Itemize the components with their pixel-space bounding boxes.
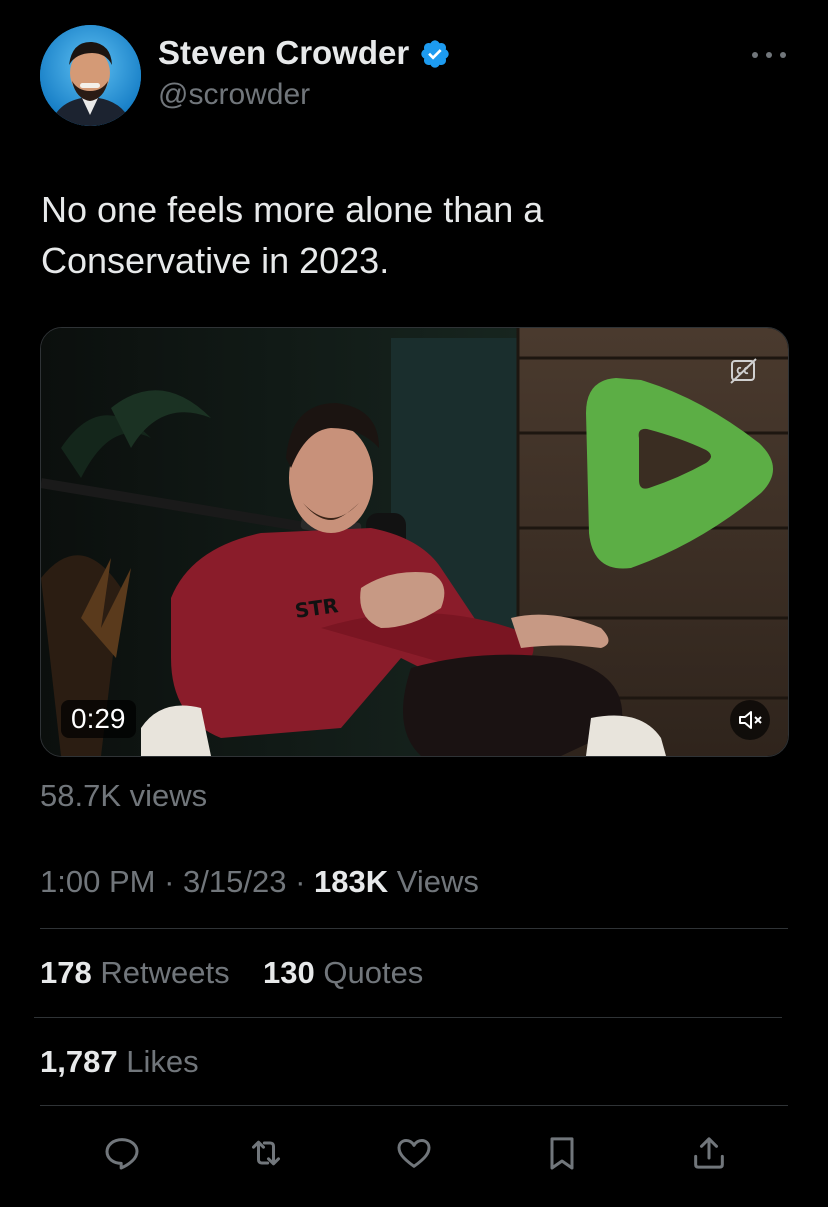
more-dot bbox=[780, 52, 786, 58]
video-frame: STR bbox=[41, 328, 788, 756]
closed-captions-icon[interactable] bbox=[730, 358, 758, 384]
retweet-button[interactable] bbox=[238, 1125, 294, 1181]
separator-dot: · bbox=[164, 864, 184, 899]
likes-stat[interactable]: 1,787 Likes bbox=[40, 1044, 199, 1080]
quotes-count: 130 bbox=[263, 955, 315, 990]
retweets-stat[interactable]: 178 Retweets bbox=[40, 955, 230, 991]
avatar-image bbox=[40, 25, 141, 126]
retweets-count: 178 bbox=[40, 955, 92, 990]
tweet-views-count: 183K bbox=[314, 864, 389, 899]
mute-button[interactable] bbox=[730, 700, 770, 740]
video-player[interactable]: STR 0:29 bbox=[40, 327, 789, 757]
author-name[interactable]: Steven Crowder bbox=[158, 34, 409, 72]
likes-count: 1,787 bbox=[40, 1044, 118, 1079]
tweet-date[interactable]: 3/15/23 bbox=[183, 864, 286, 899]
divider bbox=[40, 928, 788, 929]
share-button[interactable] bbox=[681, 1125, 737, 1181]
video-views-label: views bbox=[129, 778, 208, 813]
quotes-label: Quotes bbox=[323, 955, 424, 990]
like-icon bbox=[397, 1139, 431, 1168]
separator-dot: · bbox=[295, 864, 315, 899]
reply-icon bbox=[105, 1138, 139, 1170]
author-handle[interactable]: @scrowder bbox=[158, 78, 310, 112]
avatar[interactable] bbox=[40, 25, 141, 126]
tweet-meta: 1:00 PM · 3/15/23 · 183K Views bbox=[40, 864, 479, 900]
like-button[interactable] bbox=[386, 1125, 442, 1181]
retweets-label: Retweets bbox=[100, 955, 230, 990]
video-views: 58.7K views bbox=[40, 778, 207, 814]
divider bbox=[34, 1017, 782, 1018]
video-duration: 0:29 bbox=[61, 700, 136, 738]
share-icon bbox=[694, 1137, 724, 1169]
bookmark-icon bbox=[550, 1137, 574, 1170]
tweet-time[interactable]: 1:00 PM bbox=[40, 864, 155, 899]
more-dot bbox=[752, 52, 758, 58]
reply-button[interactable] bbox=[94, 1125, 150, 1181]
divider bbox=[40, 1105, 788, 1106]
more-options-icon[interactable] bbox=[752, 38, 786, 72]
action-bar bbox=[40, 1125, 788, 1181]
more-dot bbox=[766, 52, 772, 58]
muted-speaker-icon bbox=[739, 711, 762, 729]
likes-label: Likes bbox=[126, 1044, 199, 1079]
verified-badge-icon bbox=[421, 40, 449, 68]
quotes-stat[interactable]: 130 Quotes bbox=[263, 955, 423, 991]
retweet-icon bbox=[252, 1140, 280, 1166]
tweet-text: No one feels more alone than a Conservat… bbox=[41, 189, 544, 281]
tweet-views-label: Views bbox=[396, 864, 479, 899]
video-views-count: 58.7K bbox=[40, 778, 122, 813]
bookmark-button[interactable] bbox=[534, 1125, 590, 1181]
